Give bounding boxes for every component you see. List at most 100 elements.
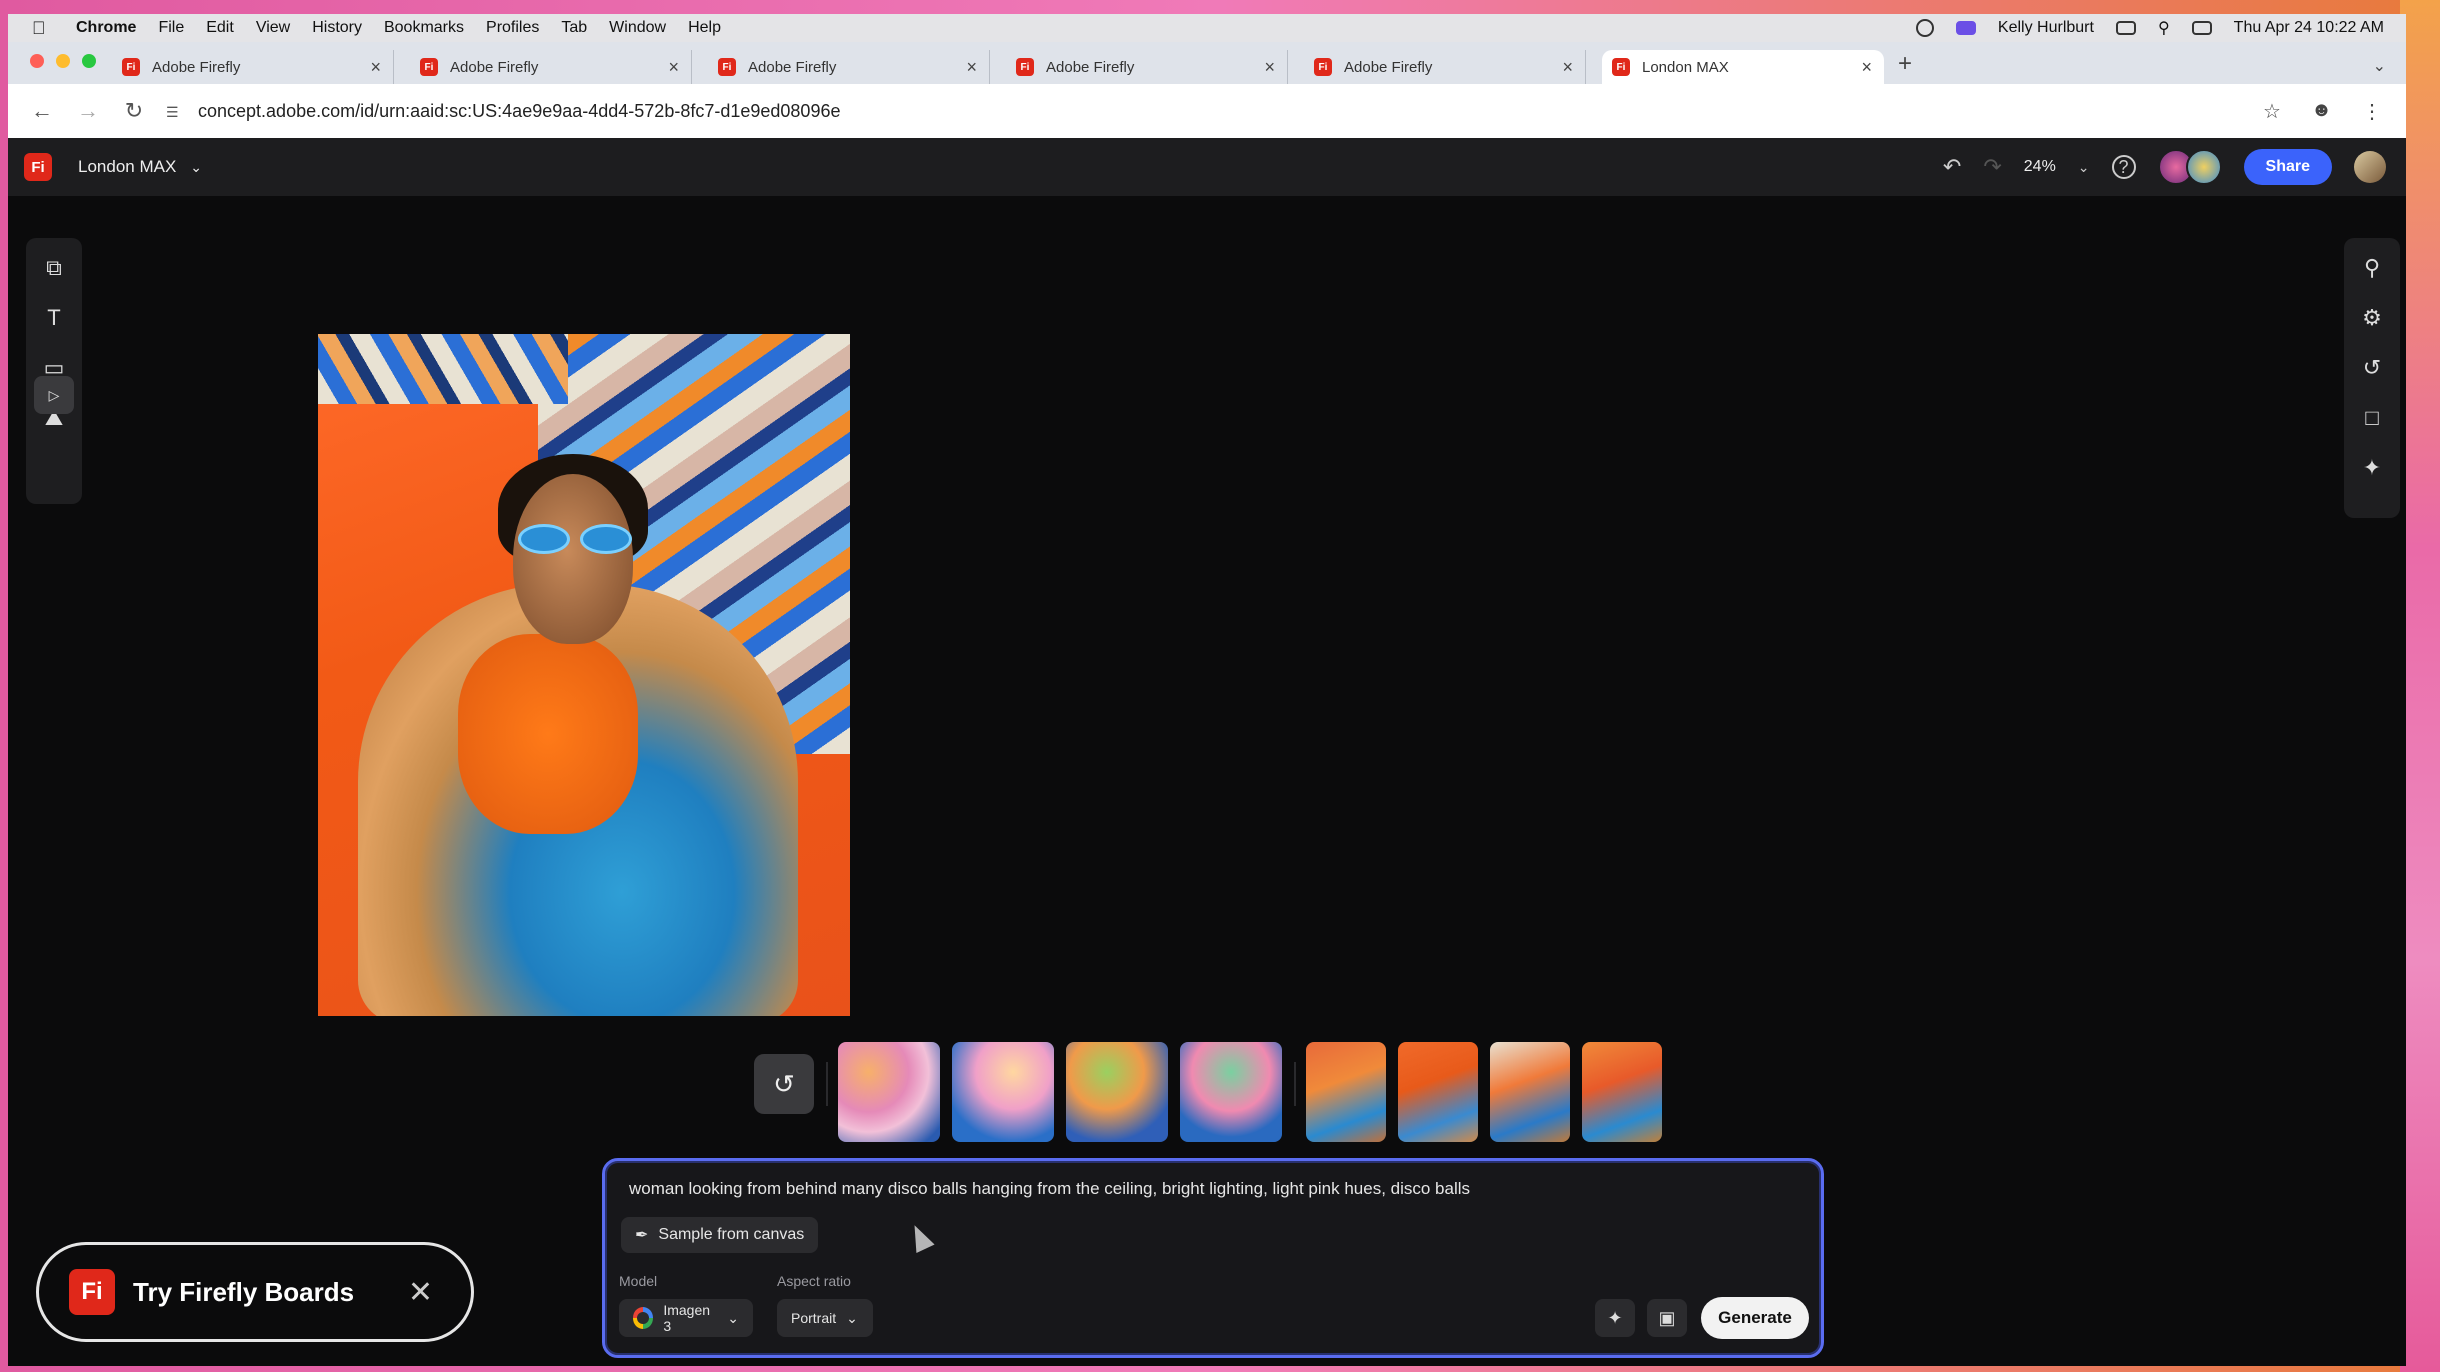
variation-thumbnail[interactable] [1180,1042,1282,1142]
site-settings-icon[interactable]: ☰ [166,104,182,120]
sample-label: Sample from canvas [658,1226,805,1243]
menu-chrome[interactable]: Chrome [76,19,136,37]
text-tool-icon[interactable]: T [34,298,74,338]
model-select[interactable]: Imagen 3 ⌄ [619,1299,753,1337]
style-effects-icon[interactable]: ✦ [1595,1299,1635,1337]
tab-search-chevron-icon[interactable]: ⌄ [2373,56,2386,76]
menu-edit[interactable]: Edit [206,19,234,37]
try-firefly-boards-banner[interactable]: Fi Try Firefly Boards ✕ [36,1242,474,1342]
generate-button[interactable]: Generate [1701,1297,1809,1339]
aspect-ratio-select[interactable]: Portrait ⌄ [777,1299,873,1337]
zoom-level[interactable]: 24% [2024,158,2056,176]
firefly-logo: Fi [69,1269,115,1315]
document-name[interactable]: London MAX [78,157,176,177]
control-center-icon[interactable] [2191,21,2212,35]
firefly-logo[interactable]: Fi [24,153,52,181]
image-sunglasses [518,524,636,558]
close-tab-icon[interactable]: × [668,57,679,78]
url-field[interactable]: ☰ concept.adobe.com/id/urn:aaid:sc:US:4a… [166,101,840,122]
menu-view[interactable]: View [256,19,290,37]
chevron-down-icon: ⌄ [727,1309,739,1326]
spotlight-search-icon[interactable]: ⚲ [2158,18,2170,38]
aspect-value: Portrait [791,1310,837,1326]
close-tab-icon[interactable]: × [966,57,977,78]
undo-icon[interactable]: ↶ [1943,154,1961,180]
zoom-chevron-icon[interactable]: ⌄ [2078,159,2090,176]
help-icon[interactable]: ? [2111,155,2136,179]
variation-thumbnail[interactable] [1582,1042,1662,1142]
variation-thumbnail[interactable] [952,1042,1054,1142]
menu-help[interactable]: Help [688,19,721,37]
avatar[interactable] [2185,149,2222,185]
menu-profiles[interactable]: Profiles [486,19,539,37]
magic-eraser-icon[interactable]: ✦ [2352,448,2392,488]
history-icon[interactable]: ↺ [2352,348,2392,388]
share-button[interactable]: Share [2243,149,2332,185]
back-icon[interactable]: ← [30,98,54,124]
variation-thumbnail[interactable] [1490,1042,1570,1142]
search-icon[interactable]: ⚲ [2352,248,2392,288]
firefly-favicon-icon: Fi [1016,58,1034,76]
browser-tab[interactable]: Fi Adobe Firefly × [1304,50,1586,84]
more-menu-icon[interactable]: ⋮ [2362,99,2382,124]
maximize-window-button[interactable] [82,54,96,68]
new-tab-icon[interactable]: + [1898,50,1912,78]
browser-tab[interactable]: Fi Adobe Firefly × [112,50,394,84]
variation-thumbnail[interactable] [1066,1042,1168,1142]
canvas-generated-image[interactable] [318,334,850,1016]
close-tab-icon[interactable]: × [1264,57,1275,78]
collaborator-avatars[interactable] [2157,149,2222,185]
close-icon[interactable]: ✕ [408,1275,433,1310]
browser-tab[interactable]: Fi Adobe Firefly × [1006,50,1288,84]
close-tab-icon[interactable]: × [1861,57,1872,78]
menubar-datetime[interactable]: Thu Apr 24 10:22 AM [2234,19,2384,37]
tab-title: Adobe Firefly [748,58,837,76]
reload-icon[interactable]: ↻ [122,98,146,124]
user-avatar[interactable] [2354,151,2386,183]
screen-share-icon[interactable] [1955,21,1976,35]
aspect-ratio-label: Aspect ratio [777,1273,851,1289]
menubar-user[interactable]: Kelly Hurlburt [1998,19,2094,37]
menu-file[interactable]: File [158,19,184,37]
menu-bookmarks[interactable]: Bookmarks [384,19,464,37]
redo-icon[interactable]: ↷ [1983,154,2001,180]
left-toolbar: ▷ ⧉ T ▭ ⛰ [26,238,82,504]
variation-thumbnail[interactable] [838,1042,940,1142]
menu-tab[interactable]: Tab [561,19,587,37]
generation-history-button[interactable]: ↺ [754,1054,814,1114]
close-tab-icon[interactable]: × [1562,57,1573,78]
minimize-window-button[interactable] [56,54,70,68]
apple-icon[interactable]:  [32,18,58,39]
comment-icon[interactable]: □ [2352,398,2392,438]
image-mural-pattern-top [318,334,568,404]
battery-icon[interactable] [2115,21,2136,35]
tab-title: Adobe Firefly [1344,58,1433,76]
tab-title: Adobe Firefly [152,58,241,76]
variation-thumbnail[interactable] [1398,1042,1478,1142]
close-tab-icon[interactable]: × [370,57,381,78]
browser-tab-active[interactable]: Fi London MAX × [1602,50,1884,84]
close-window-button[interactable] [30,54,44,68]
variation-thumbnail[interactable] [1306,1042,1386,1142]
tab-title: Adobe Firefly [1046,58,1135,76]
menu-window[interactable]: Window [609,19,666,37]
profile-icon[interactable]: ☻ [2311,99,2332,124]
browser-tab[interactable]: Fi Adobe Firefly × [708,50,990,84]
upload-image-icon[interactable]: ⧉ [34,248,74,288]
firefly-header: Fi London MAX ⌄ ↶ ↷ 24% ⌄ ? Share [8,138,2406,196]
image-head [513,474,633,644]
prompt-input[interactable]: woman looking from behind many disco bal… [629,1179,1470,1199]
creative-cloud-icon[interactable] [1915,19,1934,37]
forward-icon[interactable]: → [76,98,100,124]
select-tool-icon[interactable]: ▷ [34,376,74,414]
sample-from-canvas-button[interactable]: ✒ Sample from canvas [621,1217,819,1253]
adjustments-icon[interactable]: ⚙ [2352,298,2392,338]
bookmark-star-icon[interactable]: ☆ [2263,99,2281,124]
firefly-favicon-icon: Fi [1314,58,1332,76]
reference-image-icon[interactable]: ▣ [1647,1299,1687,1337]
browser-tab[interactable]: Fi Adobe Firefly × [410,50,692,84]
firefly-favicon-icon: Fi [1612,58,1630,76]
menu-history[interactable]: History [312,19,362,37]
document-menu-chevron-icon[interactable]: ⌄ [190,159,202,176]
firefly-favicon-icon: Fi [718,58,736,76]
